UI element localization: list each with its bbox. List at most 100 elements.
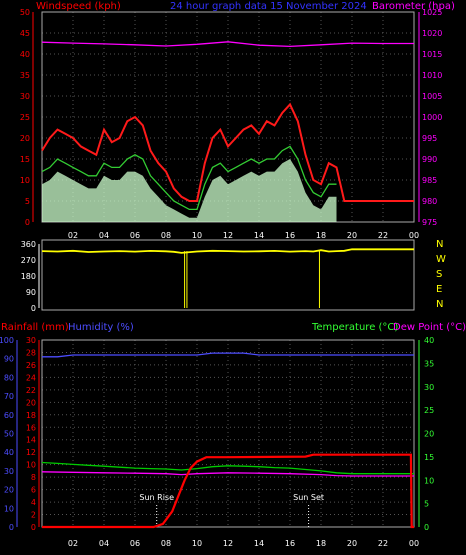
- wind-direction-plot: 090180270360 NWSEN: [21, 239, 446, 313]
- time-tick-label: 14: [254, 231, 264, 240]
- barometer-tick-label: 975: [422, 218, 437, 227]
- time-tick-label: 06: [130, 231, 140, 240]
- rain-humidity-temp-plot: 0246810121416182022242628300102030405060…: [0, 336, 434, 548]
- time-tick-label: 02: [68, 231, 78, 240]
- direction-tick-label: 270: [21, 256, 36, 265]
- weather-graph: Windspeed (kph) 24 hour graph data 15 No…: [0, 1, 466, 548]
- windspeed-tick-label: 25: [20, 113, 30, 122]
- sun-annotation: Sun Rise: [139, 493, 174, 502]
- windspeed-series: [42, 159, 337, 222]
- time-tick-label: 16: [285, 539, 295, 548]
- rain-tick-label: 8: [31, 473, 36, 482]
- temp-tick-label: 10: [424, 476, 434, 485]
- dewpoint-axis-label: Dew Point (°C): [393, 322, 466, 333]
- temp-tick-label: 35: [424, 359, 434, 368]
- time-tick-label: 22: [378, 539, 388, 548]
- direction-tick-label: 180: [21, 272, 36, 281]
- rain-tick-label: 2: [31, 511, 36, 520]
- barometer-tick-label: 995: [422, 134, 437, 143]
- windspeed-tick-label: 50: [20, 8, 30, 17]
- rain-tick-label: 6: [31, 486, 36, 495]
- rain-tick-label: 14: [26, 436, 36, 445]
- temp-tick-label: 15: [424, 453, 434, 462]
- barometer-tick-label: 985: [422, 176, 437, 185]
- humidity-tick-label: 0: [9, 523, 14, 532]
- rain-tick-label: 30: [26, 336, 36, 345]
- time-tick-label: 14: [254, 539, 264, 548]
- windspeed-tick-label: 40: [20, 50, 30, 59]
- time-tick-label: 08: [161, 539, 171, 548]
- sun-annotation: Sun Set: [293, 493, 324, 502]
- compass-label: S: [436, 269, 442, 280]
- rain-tick-label: 16: [26, 423, 36, 432]
- time-tick-label: 20: [347, 539, 357, 548]
- rain-tick-label: 0: [31, 523, 36, 532]
- temp-tick-label: 30: [424, 383, 434, 392]
- rain-tick-label: 20: [26, 398, 36, 407]
- time-tick-label: 06: [130, 539, 140, 548]
- humidity-tick-label: 60: [4, 411, 14, 420]
- rain-tick-label: 12: [26, 448, 36, 457]
- time-tick-label: 08: [161, 231, 171, 240]
- windspeed-tick-label: 15: [20, 155, 30, 164]
- compass-label: N: [436, 239, 443, 250]
- humidity-tick-label: 70: [4, 392, 14, 401]
- temp-tick-label: 20: [424, 430, 434, 439]
- humidity-tick-label: 90: [4, 355, 14, 364]
- temp-tick-label: 0: [424, 523, 429, 532]
- rain-tick-label: 28: [26, 348, 36, 357]
- time-tick-label: 10: [192, 539, 202, 548]
- direction-tick-label: 0: [31, 304, 36, 313]
- windspeed-tick-label: 10: [20, 176, 30, 185]
- barometer-tick-label: 990: [422, 155, 437, 164]
- rain-tick-label: 22: [26, 386, 36, 395]
- rain-tick-label: 18: [26, 411, 36, 420]
- rain-tick-label: 10: [26, 461, 36, 470]
- direction-tick-label: 90: [26, 288, 36, 297]
- windspeed-tick-label: 30: [20, 92, 30, 101]
- barometer-tick-label: 1005: [422, 92, 442, 101]
- time-tick-label: 16: [285, 231, 295, 240]
- barometer-tick-label: 1020: [422, 29, 442, 38]
- time-tick-label: 22: [378, 231, 388, 240]
- time-tick-label: 00: [409, 539, 419, 548]
- temp-tick-label: 25: [424, 406, 434, 415]
- time-tick-label: 10: [192, 231, 202, 240]
- direction-tick-label: 360: [21, 240, 36, 249]
- windspeed-tick-label: 20: [20, 134, 30, 143]
- time-tick-label: 20: [347, 231, 357, 240]
- time-tick-label: 18: [316, 231, 326, 240]
- humidity-tick-label: 100: [0, 336, 14, 345]
- windspeed-tick-label: 0: [25, 218, 30, 227]
- barometer-tick-label: 1025: [422, 8, 442, 17]
- direction-series: [41, 248, 414, 254]
- rain-tick-label: 26: [26, 361, 36, 370]
- humidity-tick-label: 10: [4, 504, 14, 513]
- barometer-tick-label: 1015: [422, 50, 442, 59]
- windspeed-tick-label: 45: [20, 29, 30, 38]
- temperature-axis-label: Temperature (°C): [311, 322, 398, 333]
- humidity-tick-label: 80: [4, 373, 14, 382]
- compass-label: N: [436, 299, 443, 310]
- rain-tick-label: 4: [31, 498, 36, 507]
- windspeed-axis-label: Windspeed (kph): [36, 1, 121, 12]
- humidity-axis-label: Humidity (%): [68, 322, 134, 333]
- humidity-tick-label: 40: [4, 448, 14, 457]
- humidity-tick-label: 50: [4, 430, 14, 439]
- windspeed-tick-label: 35: [20, 71, 30, 80]
- windspeed-tick-label: 5: [25, 197, 30, 206]
- humidity-tick-label: 20: [4, 486, 14, 495]
- humidity-tick-label: 30: [4, 467, 14, 476]
- time-tick-label: 00: [409, 231, 419, 240]
- compass-label: W: [436, 254, 446, 265]
- time-tick-label: 12: [223, 539, 233, 548]
- rainfall-axis-label: Rainfall (mm): [1, 322, 69, 333]
- time-tick-label: 04: [99, 539, 109, 548]
- graph-title: 24 hour graph data 15 November 2024: [170, 1, 367, 12]
- wind-barometer-plot: 0510152025303540455097598098599099510001…: [20, 8, 443, 240]
- time-tick-label: 18: [316, 539, 326, 548]
- compass-label: E: [436, 284, 442, 295]
- barometer-tick-label: 980: [422, 197, 437, 206]
- time-tick-label: 12: [223, 231, 233, 240]
- time-tick-label: 02: [68, 539, 78, 548]
